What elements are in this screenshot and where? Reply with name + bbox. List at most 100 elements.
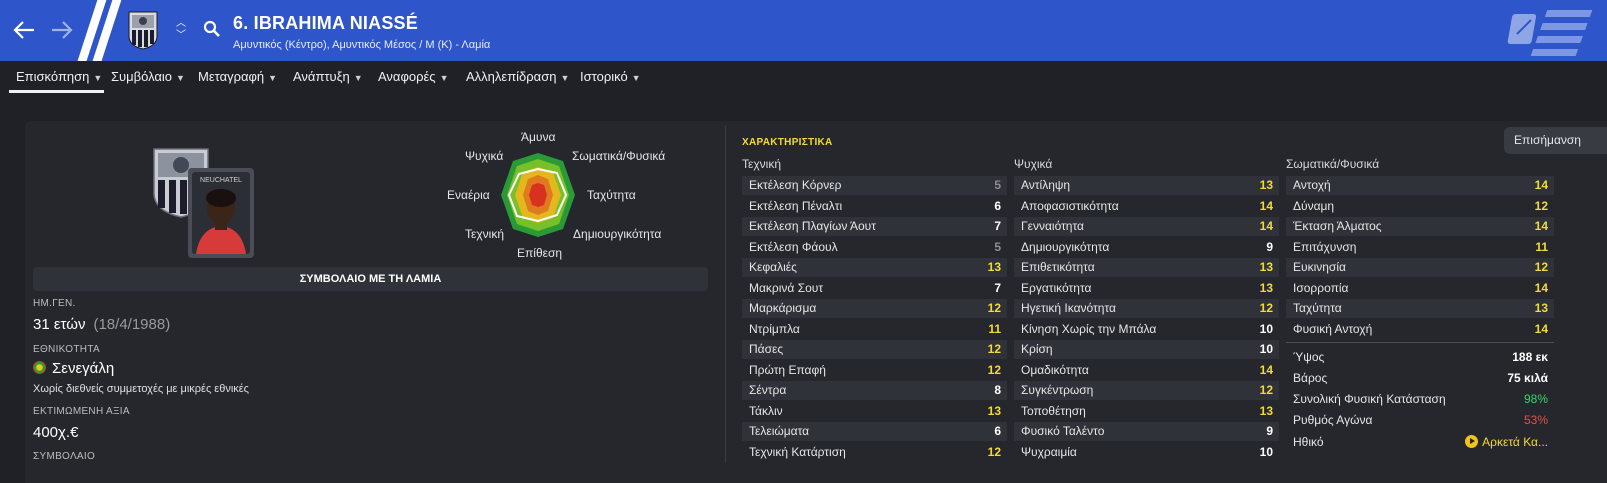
- attribute-row[interactable]: Φυσικό Ταλέντο 9: [1014, 422, 1279, 441]
- radar-label-vision: Δημιουργικότητα: [573, 227, 662, 241]
- attribute-row[interactable]: Ευκινησία 12: [1286, 258, 1554, 277]
- attribute-row[interactable]: Έκταση Άλματος 14: [1286, 217, 1554, 236]
- attribute-row[interactable]: Τεχνική Κατάρτιση 12: [742, 443, 1007, 462]
- attribute-row[interactable]: Ταχύτητα 13: [1286, 299, 1554, 318]
- highlight-button[interactable]: Επισήμανση: [1504, 127, 1607, 154]
- radar-label-mental: Ψυχικά: [465, 149, 504, 163]
- tab-history[interactable]: Ιστορικό ▼: [580, 61, 641, 92]
- attribute-name: Ηγετική Ικανότητα: [1021, 301, 1116, 315]
- attribute-name: Πάσες: [749, 342, 784, 356]
- attribute-name: Εργατικότητα: [1021, 280, 1092, 295]
- attribute-value: 10: [1259, 321, 1273, 336]
- player-header: ︿ ﹀ 6. IBRAHIMA NIASSÉ Αμυντικός (Κέντρο…: [0, 0, 1607, 61]
- attribute-row[interactable]: Πρώτη Επαφή 12: [742, 361, 1007, 380]
- attribute-row[interactable]: Αποφασιστικότητα 14: [1014, 197, 1279, 216]
- attribute-name: Μακρινά Σουτ: [749, 280, 824, 295]
- forward-arrow-icon[interactable]: [46, 14, 78, 46]
- chevron-down-icon: ▼: [93, 73, 103, 83]
- value-label: ΕΚΤΙΜΩΜΕΝΗ ΑΞΙΑ: [33, 406, 130, 417]
- chevron-down-icon[interactable]: ﹀: [176, 30, 186, 42]
- attribute-value: 12: [987, 444, 1001, 459]
- attribute-row[interactable]: Σέντρα 8: [742, 381, 1007, 400]
- tab-contract[interactable]: Συμβόλαιο ▼: [111, 61, 185, 92]
- attribute-value: 7: [994, 280, 1001, 295]
- attribute-row[interactable]: Εκτέλεση Φάουλ 5: [742, 238, 1007, 257]
- player-positions: Αμυντικός (Κέντρο), Αμυντικός Μέσος / Μ …: [233, 39, 491, 51]
- attribute-value: 12: [987, 342, 1001, 356]
- attribute-radar-chart: Άμυνα Σωματικά/Φυσικά Ταχύτητα Δημιουργι…: [445, 125, 685, 265]
- attribute-row[interactable]: Εκτέλεση Πέναλτι 6: [742, 197, 1007, 216]
- attribute-row[interactable]: Ντρίμπλα 11: [742, 320, 1007, 339]
- attribute-row[interactable]: Επιθετικότητα 13: [1014, 258, 1279, 277]
- attribute-name: Συγκέντρωση: [1021, 383, 1094, 397]
- physical-heading: Σωματικά/Φυσικά: [1286, 157, 1380, 171]
- caps-note: Χωρίς διεθνείς συμμετοχές με μικρές εθνι…: [33, 383, 249, 395]
- attribute-row[interactable]: Αντίληψη 13: [1014, 176, 1279, 195]
- attribute-name: Σέντρα: [749, 383, 787, 397]
- attribute-name: Κρίση: [1021, 342, 1053, 356]
- attribute-value: 13: [1259, 260, 1273, 274]
- attribute-row[interactable]: Επιτάχυνση 11: [1286, 238, 1554, 257]
- profile-tabs: Επισκόπηση ▼ Συμβόλαιο ▼ Μεταγραφή ▼ Ανάπτυ…: [0, 61, 1607, 94]
- tab-interaction[interactable]: Αλληλεπίδραση ▼: [466, 61, 569, 92]
- contract-heading: ΣΥΜΒΟΛΑΙΟ ΜΕ ΤΗ ΛΑΜΙΑ: [33, 267, 708, 291]
- attribute-row[interactable]: Τοποθέτηση 13: [1014, 402, 1279, 421]
- player-photo: NEUCHATEL: [188, 168, 254, 258]
- player-switcher[interactable]: ︿ ﹀: [176, 18, 186, 42]
- attribute-value: 14: [1259, 362, 1273, 377]
- chevron-up-icon[interactable]: ︿: [176, 18, 186, 30]
- back-arrow-icon[interactable]: [8, 14, 40, 46]
- attribute-name: Φυσικό Ταλέντο: [1021, 424, 1105, 438]
- attribute-row[interactable]: Κεφαλιές 13: [742, 258, 1007, 277]
- attribute-row[interactable]: Συγκέντρωση 12: [1014, 381, 1279, 400]
- attribute-name: Εκτέλεση Κόρνερ: [749, 178, 842, 192]
- attribute-row[interactable]: Τάκλιν 13: [742, 402, 1007, 421]
- radar-label-physical: Σωματικά/Φυσικά: [572, 149, 666, 163]
- club-crest-icon[interactable]: [127, 10, 159, 50]
- sharpness-row: Ρυθμός Αγώνα 53%: [1286, 410, 1548, 430]
- attribute-row[interactable]: Κρίση 10: [1014, 340, 1279, 359]
- attribute-name: Κεφαλιές: [749, 260, 797, 274]
- chevron-down-icon: ▼: [631, 73, 641, 83]
- attribute-row[interactable]: Ομαδικότητα 14: [1014, 361, 1279, 380]
- attribute-row[interactable]: Τελειώματα 6: [742, 422, 1007, 441]
- attribute-row[interactable]: Πάσες 12: [742, 340, 1007, 359]
- attribute-value: 13: [1259, 280, 1273, 295]
- attribute-row[interactable]: Ψυχραιμία 10: [1014, 443, 1279, 462]
- contract-label: ΣΥΜΒΟΛΑΙΟ: [33, 451, 96, 462]
- attribute-name: Πρώτη Επαφή: [749, 362, 826, 377]
- attribute-value: 14: [1534, 321, 1548, 336]
- attribute-row[interactable]: Εκτέλεση Πλαγίων Άουτ 7: [742, 217, 1007, 236]
- stats-divider: [1286, 342, 1554, 343]
- attribute-row[interactable]: Κίνηση Χωρίς την Μπάλα 10: [1014, 320, 1279, 339]
- attribute-name: Γενναιότητα: [1021, 219, 1084, 233]
- morale-value[interactable]: Αρκετά Κα...: [1465, 432, 1548, 452]
- attribute-row[interactable]: Εργατικότητα 13: [1014, 279, 1279, 298]
- tab-development[interactable]: Ανάπτυξη ▼: [293, 61, 363, 92]
- attribute-row[interactable]: Μαρκάρισμα 12: [742, 299, 1007, 318]
- attribute-name: Ψυχραιμία: [1021, 444, 1077, 459]
- attribute-row[interactable]: Εκτέλεση Κόρνερ 5: [742, 176, 1007, 195]
- edit-notes-icon[interactable]: [1487, 0, 1607, 61]
- tab-reports[interactable]: Αναφορές ▼: [378, 61, 449, 92]
- tab-overview[interactable]: Επισκόπηση ▼: [16, 61, 102, 92]
- radar-label-technique: Τεχνική: [465, 227, 504, 241]
- morale-row[interactable]: Ηθικό Αρκετά Κα...: [1286, 432, 1548, 452]
- attribute-row[interactable]: Ηγετική Ικανότητα 12: [1014, 299, 1279, 318]
- attribute-row[interactable]: Μακρινά Σουτ 7: [742, 279, 1007, 298]
- attribute-row[interactable]: Φυσική Αντοχή 14: [1286, 320, 1554, 339]
- nationality-value[interactable]: Σενεγάλη: [33, 360, 114, 377]
- attribute-row[interactable]: Γενναιότητα 14: [1014, 217, 1279, 236]
- tab-transfer[interactable]: Μεταγραφή ▼: [198, 61, 277, 92]
- estimated-value: 400χ.€: [33, 424, 79, 441]
- attribute-row[interactable]: Αντοχή 14: [1286, 176, 1554, 195]
- attribute-row[interactable]: Δημιουργικότητα 9: [1014, 238, 1279, 257]
- attribute-row[interactable]: Ισορροπία 14: [1286, 279, 1554, 298]
- attribute-value: 6: [994, 424, 1001, 438]
- attribute-value: 14: [1259, 219, 1273, 233]
- search-icon[interactable]: [203, 20, 221, 43]
- technical-heading: Τεχνική: [742, 157, 781, 171]
- attribute-name: Δύναμη: [1293, 198, 1335, 213]
- attribute-row[interactable]: Δύναμη 12: [1286, 197, 1554, 216]
- attribute-value: 13: [1259, 178, 1273, 192]
